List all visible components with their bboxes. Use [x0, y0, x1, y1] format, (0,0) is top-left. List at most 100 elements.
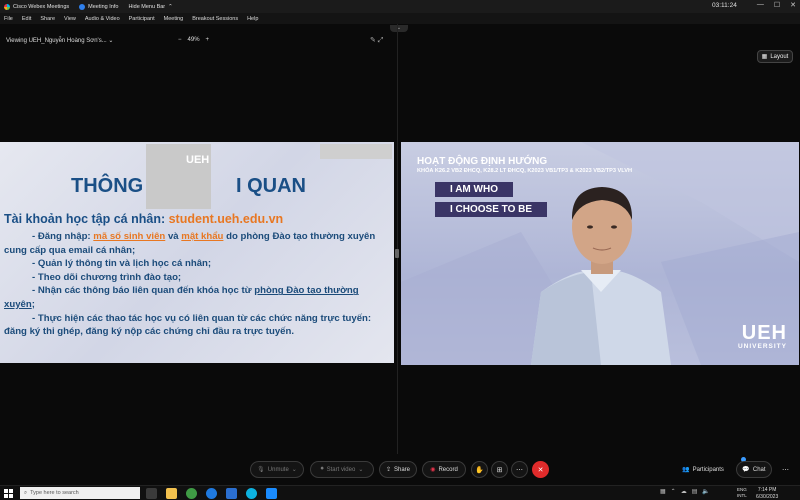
close-icon: ✕: [537, 466, 544, 474]
share-icon: ⇪: [385, 467, 391, 473]
zoom-in-button[interactable]: +: [206, 37, 210, 43]
panel-divider: [397, 24, 398, 454]
menu-help[interactable]: Help: [247, 16, 258, 22]
viewing-label: Viewing UEH_Nguyễn Hoàng Sơn's...: [6, 38, 107, 44]
panel-resize-handle[interactable]: [395, 249, 399, 258]
annotate-icon[interactable]: ✎ ⤢: [370, 36, 383, 45]
menu-view[interactable]: View: [64, 16, 76, 22]
reactions-button[interactable]: ✋: [471, 461, 488, 478]
input-language[interactable]: ENG INTL: [737, 487, 747, 499]
chrome-icon[interactable]: [186, 488, 197, 499]
maximize-button[interactable]: ☐: [774, 1, 780, 9]
keyboard-layout: INTL: [737, 493, 747, 498]
ueh-logo: UEH: [741, 322, 787, 344]
app-name: Cisco Webex Meetings: [13, 3, 70, 10]
more-icon: ⋯: [782, 466, 789, 474]
more-options-button[interactable]: ⋯: [511, 461, 528, 478]
webex-window: Cisco Webex Meetings Meeting Info Hide M…: [0, 0, 800, 500]
unmute-button[interactable]: 🎙 Unmute ⌄: [250, 461, 304, 478]
tray-apps-icon[interactable]: ▦: [660, 488, 666, 495]
participants-icon: 👥: [682, 467, 690, 473]
slide-line: đăng ký thi ghép, đăng ký nộp các chứng …: [4, 326, 295, 338]
layout-icon: ▦: [761, 54, 768, 60]
task-view-icon[interactable]: [146, 488, 157, 499]
microphone-muted-icon: 🎙: [257, 467, 265, 473]
apps-button[interactable]: ⊞: [491, 461, 508, 478]
taskbar-apps: [146, 488, 277, 499]
participants-button[interactable]: 👥 Participants: [675, 461, 731, 478]
menu-file[interactable]: File: [4, 16, 13, 22]
minimize-button[interactable]: —: [757, 1, 764, 9]
zoom-level: 49%: [187, 37, 200, 43]
edge-icon[interactable]: [206, 488, 217, 499]
word-icon[interactable]: [226, 488, 237, 499]
window-controls: — ☐ ✕: [757, 1, 796, 9]
start-video-button[interactable]: ⏺ Start video ⌄: [310, 461, 374, 478]
title-bar: Cisco Webex Meetings Meeting Info Hide M…: [0, 0, 800, 13]
collapse-toolbar-tab[interactable]: ⌄: [390, 25, 408, 32]
record-label: Record: [438, 466, 458, 473]
slide-line: - Quản lý thông tin và lịch học cá nhân;: [32, 258, 212, 270]
speaker-icon[interactable]: 🔈: [702, 488, 709, 495]
menu-edit[interactable]: Edit: [22, 16, 31, 22]
speaker-figure: [531, 187, 671, 365]
webex-icon[interactable]: [246, 488, 257, 499]
chevron-down-icon: ⌄: [108, 38, 114, 44]
chevron-down-icon: ⌄: [291, 467, 297, 473]
hide-menu-bar-button[interactable]: Hide Menu Bar ⌃: [128, 4, 172, 10]
menu-meeting[interactable]: Meeting: [164, 16, 184, 22]
ueh-university-label: UNIVERSITY: [737, 343, 787, 350]
taskbar-clock[interactable]: 7:14 PM 6/30/2023: [756, 487, 778, 500]
heading-text: Tài khoản học tập cá nhân:: [4, 212, 169, 226]
zoom-control: − 49% +: [178, 37, 209, 43]
zalo-icon[interactable]: [266, 488, 277, 499]
chevron-down-icon: ⌄: [358, 467, 364, 473]
slide-body: - Đăng nhập: mã số sinh viên và mật khẩu…: [4, 230, 392, 339]
apps-icon: ⊞: [496, 466, 503, 474]
search-placeholder: Type here to search: [30, 490, 79, 496]
clock-time: 7:14 PM: [757, 487, 777, 493]
panel-more-button[interactable]: ⋯: [777, 461, 794, 478]
windows-start-icon[interactable]: [4, 489, 13, 498]
zoom-out-button[interactable]: −: [178, 37, 182, 43]
menu-breakout-sessions[interactable]: Breakout Sessions: [192, 16, 238, 22]
meeting-timer: 03:11:24: [712, 2, 737, 9]
record-button[interactable]: ◉ Record: [422, 461, 466, 478]
unmute-label: Unmute: [267, 466, 289, 473]
slide-title-right: I QUAN: [236, 175, 306, 197]
chevron-up-icon[interactable]: ⌃: [671, 488, 676, 495]
hide-menu-label: Hide Menu Bar: [128, 3, 166, 10]
meeting-controls: 🎙 Unmute ⌄ ⏺ Start video ⌄ ⇪ Share ◉ Rec…: [0, 455, 800, 485]
taskbar-search-input[interactable]: ⌕ Type here to search: [20, 487, 140, 499]
webex-logo-icon: [4, 3, 10, 10]
file-explorer-icon[interactable]: [166, 488, 177, 499]
share-button[interactable]: ⇪ Share: [379, 461, 417, 478]
chat-label: Chat: [752, 466, 766, 473]
record-icon: ◉: [430, 467, 436, 473]
close-window-button[interactable]: ✕: [790, 1, 796, 9]
network-icon[interactable]: ▤: [692, 488, 698, 495]
clock-date: 6/30/2023: [756, 493, 779, 500]
menu-participant[interactable]: Participant: [129, 16, 155, 22]
chat-button[interactable]: 💬 Chat: [736, 461, 772, 478]
viewing-dropdown[interactable]: Viewing UEH_Nguyễn Hoàng Sơn's... ⌄: [6, 37, 113, 44]
heading-url: student.ueh.edu.vn: [168, 212, 284, 226]
leave-meeting-button[interactable]: ✕: [532, 461, 549, 478]
slide-line: - Đăng nhập: mã số sinh viên và mật khẩu…: [32, 231, 376, 242]
slide-line: - Theo dõi chương trình đào tạo;: [32, 271, 182, 283]
more-icon: ⋯: [516, 466, 523, 474]
share-view-bar: Viewing UEH_Nguyễn Hoàng Sơn's... ⌄ − 49…: [0, 33, 395, 49]
meeting-info-button[interactable]: Meeting Info: [79, 3, 119, 10]
menu-share[interactable]: Share: [40, 16, 55, 22]
system-tray: ▦ ⌃ ☁ ▤ 🔈: [660, 488, 710, 495]
windows-taskbar: ⌕ Type here to search ▦ ⌃ ☁ ▤ 🔈 ENG INTL…: [0, 485, 800, 500]
camera-off-icon: ⏺: [320, 466, 324, 472]
meeting-info-label: Meeting Info: [88, 3, 119, 10]
layout-button[interactable]: ▦ Layout: [757, 50, 793, 63]
cloud-icon[interactable]: ☁: [681, 488, 687, 495]
slide-logo: UEH: [186, 154, 210, 166]
menu-audio-video[interactable]: Audio & Video: [85, 16, 120, 22]
slide-line: - Nhận các thông báo liên quan đến khóa …: [32, 285, 359, 297]
share-label: Share: [394, 466, 411, 473]
blurred-region: [320, 144, 392, 159]
